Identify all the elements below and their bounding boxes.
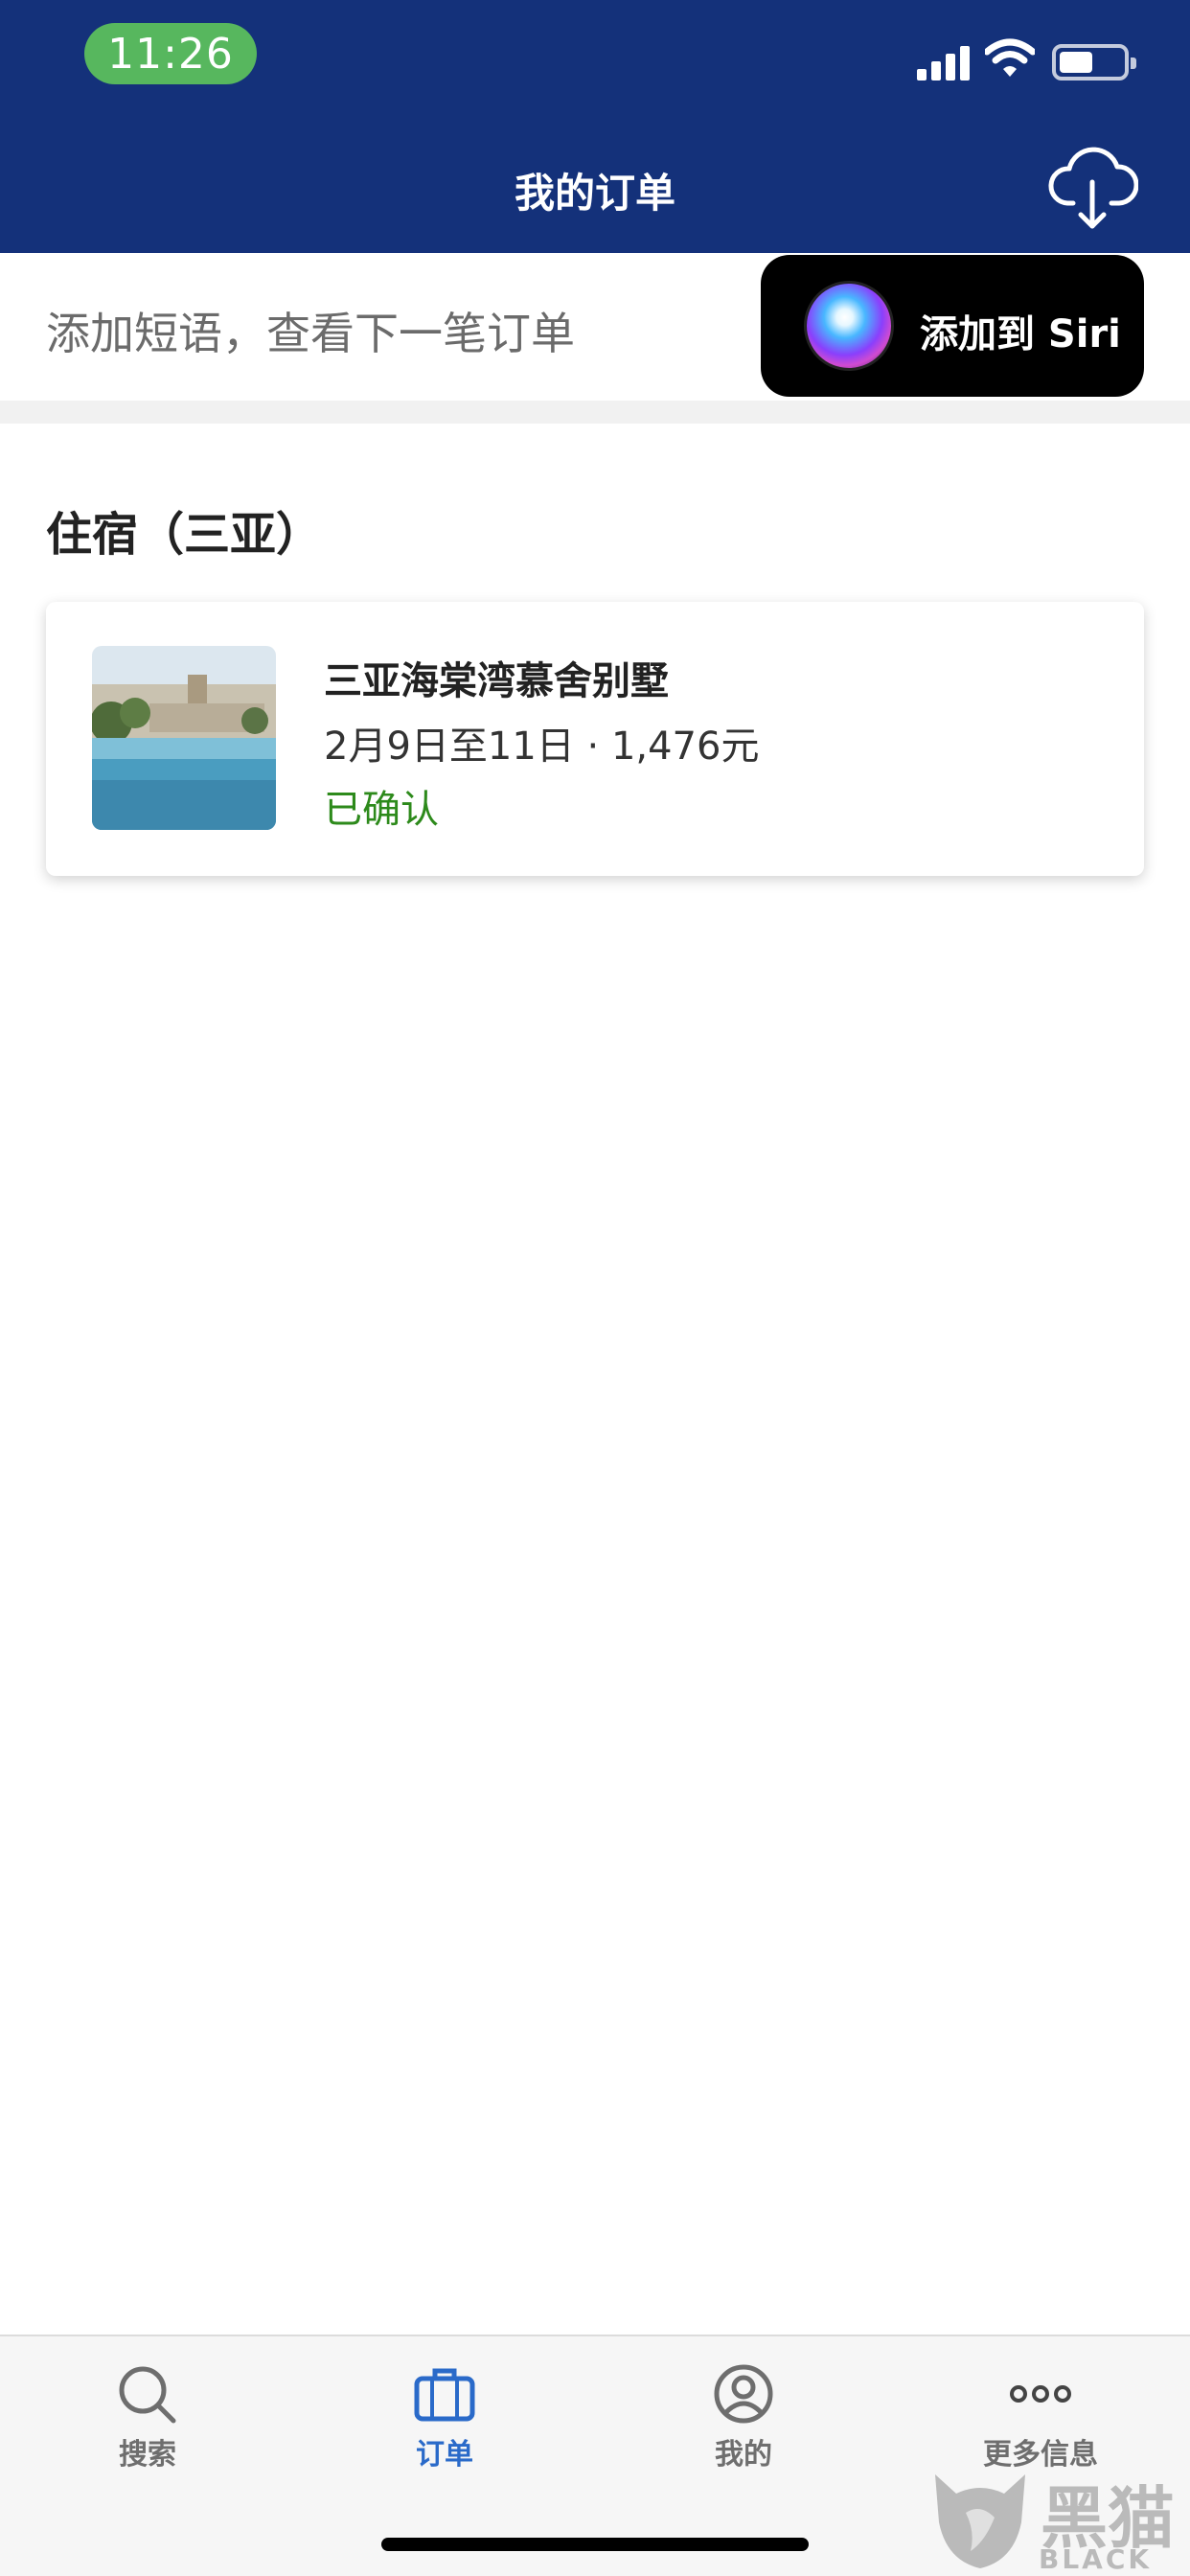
profile-icon xyxy=(714,2364,773,2424)
add-to-siri-button[interactable]: 添加到 Siri xyxy=(761,255,1144,397)
app-screen: 11:26 我的订单 添加短语，查看下一笔订单 添加到 Siri 住宿（三亚） … xyxy=(0,0,1190,2576)
watermark-subtext: BLACK CAT xyxy=(1039,2543,1153,2576)
tab-search-label: 搜索 xyxy=(119,2438,176,2472)
booking-status: 已确认 xyxy=(324,788,439,832)
booking-dates-price: 2月9日至11日 · 1,476元 xyxy=(324,724,760,769)
status-time-pill: 11:26 xyxy=(84,23,257,84)
home-indicator[interactable] xyxy=(381,2538,809,2551)
siri-icon xyxy=(807,284,891,368)
cloud-download-icon[interactable] xyxy=(1046,144,1138,232)
tab-orders[interactable]: 订单 xyxy=(349,2363,540,2478)
section-divider xyxy=(0,401,1190,424)
cellular-signal-icon xyxy=(917,46,971,80)
nav-header: 11:26 我的订单 xyxy=(0,0,1190,253)
tab-profile[interactable]: 我的 xyxy=(648,2363,839,2478)
siri-phrase-text: 添加短语，查看下一笔订单 xyxy=(46,308,575,359)
tab-orders-label: 订单 xyxy=(416,2438,473,2472)
hotel-name: 三亚海棠湾慕舍别墅 xyxy=(324,659,669,703)
more-icon xyxy=(1010,2385,1071,2403)
section-title: 住宿（三亚） xyxy=(46,508,323,562)
page-title: 我的订单 xyxy=(514,170,675,217)
hotel-thumbnail xyxy=(92,646,276,830)
tab-profile-label: 我的 xyxy=(715,2438,772,2472)
tab-search[interactable]: 搜索 xyxy=(52,2363,243,2478)
wifi-icon xyxy=(985,38,1035,77)
add-to-siri-label: 添加到 Siri xyxy=(920,312,1121,356)
booking-card[interactable]: 三亚海棠湾慕舍别墅 2月9日至11日 · 1,476元 已确认 xyxy=(46,602,1144,876)
search-icon xyxy=(119,2366,176,2424)
blackcat-watermark: 黑猫 BLACK CAT xyxy=(927,2465,1188,2576)
tab-more[interactable]: 更多信息 xyxy=(945,2363,1136,2478)
battery-icon xyxy=(1052,44,1136,80)
cat-logo-icon xyxy=(935,2474,1025,2568)
status-time: 11:26 xyxy=(107,29,234,79)
briefcase-icon xyxy=(414,2368,475,2422)
